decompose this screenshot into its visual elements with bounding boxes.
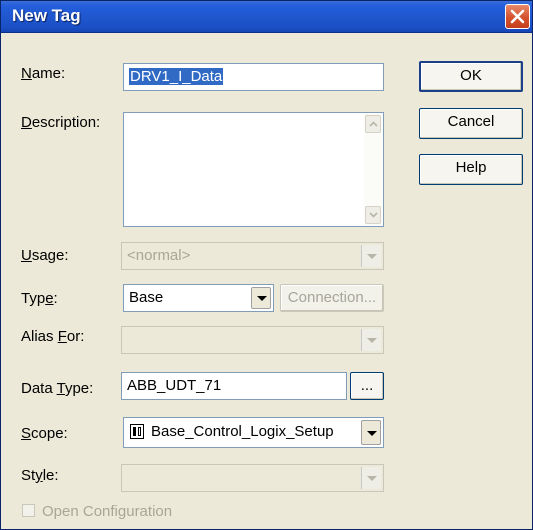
- ok-button[interactable]: OK: [419, 61, 523, 92]
- name-input[interactable]: DRV1_I_Data: [123, 63, 384, 91]
- type-select[interactable]: Base: [123, 284, 274, 312]
- open-configuration-checkbox[interactable]: [22, 504, 35, 517]
- data-type-browse-button[interactable]: ...: [350, 372, 384, 400]
- scroll-up-button[interactable]: [365, 115, 381, 133]
- type-dropdown-arrow[interactable]: [251, 287, 271, 309]
- chevron-down-icon: [257, 296, 267, 301]
- scope-dropdown-arrow[interactable]: [361, 420, 381, 445]
- chevron-down-icon: [367, 254, 377, 259]
- usage-value: <normal>: [127, 247, 191, 264]
- alias-for-dropdown-arrow[interactable]: [361, 329, 381, 351]
- scroll-down-button[interactable]: [365, 206, 381, 224]
- data-type-label: Data Type:: [21, 380, 94, 397]
- usage-dropdown-arrow[interactable]: [361, 245, 381, 267]
- close-button[interactable]: [505, 4, 530, 29]
- scope-value: Base_Control_Logix_Setup: [151, 423, 334, 440]
- connection-button-label: Connection...: [287, 289, 377, 306]
- help-button[interactable]: Help: [419, 154, 523, 185]
- new-tag-dialog: New Tag Name: DRV1_I_Data Description: U…: [0, 0, 533, 530]
- description-textarea[interactable]: [123, 112, 384, 227]
- type-value: Base: [129, 289, 164, 306]
- description-label: Description:: [21, 114, 101, 131]
- type-label: Type:: [21, 290, 58, 307]
- style-dropdown-arrow[interactable]: [361, 467, 381, 489]
- chevron-down-icon: [369, 212, 378, 218]
- description-scrollbar[interactable]: [364, 114, 382, 225]
- controller-icon: [130, 424, 144, 439]
- alias-for-select[interactable]: [121, 326, 384, 354]
- cancel-button[interactable]: Cancel: [419, 108, 523, 139]
- name-label-text: ame:: [31, 65, 66, 82]
- window-title: New Tag: [12, 6, 81, 25]
- scope-select[interactable]: Base_Control_Logix_Setup: [123, 417, 384, 448]
- usage-label: Usage:: [21, 247, 69, 264]
- name-label: Name:: [21, 65, 66, 82]
- title-bar[interactable]: New Tag: [1, 1, 532, 33]
- connection-button[interactable]: Connection...: [280, 284, 384, 312]
- scope-label: Scope:: [21, 425, 68, 442]
- browse-button-label: ...: [360, 377, 374, 394]
- data-type-value: ABB_UDT_71: [127, 377, 222, 394]
- chevron-down-icon: [367, 338, 377, 343]
- open-configuration-label: Open Configuration: [42, 503, 173, 520]
- chevron-up-icon: [369, 121, 378, 127]
- style-select[interactable]: [121, 464, 384, 492]
- usage-select[interactable]: <normal>: [121, 242, 384, 270]
- cancel-button-label: Cancel: [447, 113, 495, 130]
- ok-button-label: OK: [460, 67, 482, 84]
- close-icon: [510, 9, 525, 24]
- style-label: Style:: [21, 467, 59, 484]
- help-button-label: Help: [455, 159, 487, 176]
- data-type-input[interactable]: ABB_UDT_71: [121, 372, 347, 400]
- name-input-value: DRV1_I_Data: [129, 68, 224, 85]
- chevron-down-icon: [367, 430, 377, 436]
- chevron-down-icon: [367, 476, 377, 481]
- alias-for-label: Alias For:: [21, 328, 85, 345]
